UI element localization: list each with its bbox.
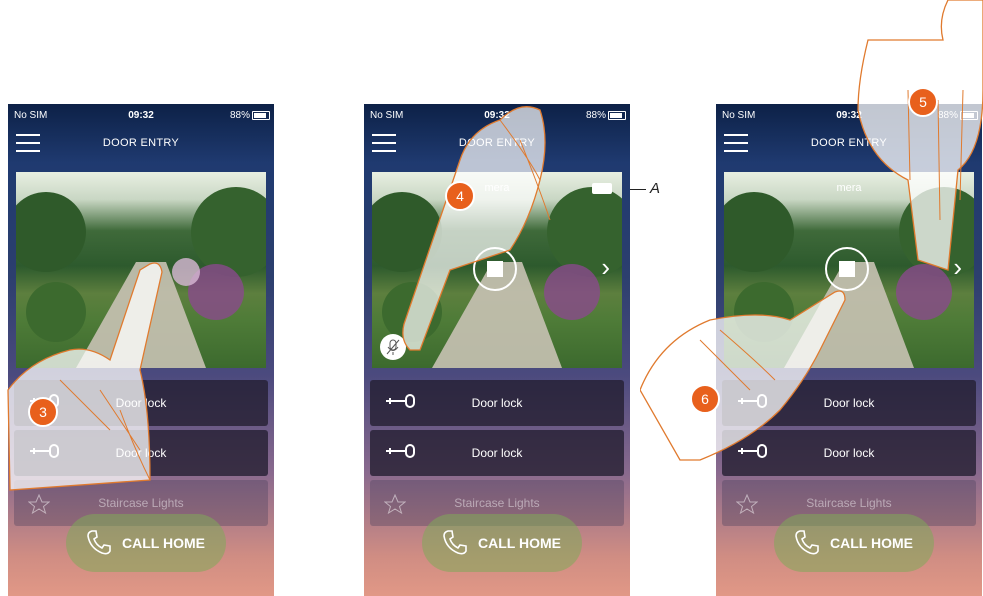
staircase-label: Staircase Lights — [98, 496, 184, 510]
page-title: DOOR ENTRY — [810, 137, 888, 149]
door-lock-row-2[interactable]: Door lock — [14, 430, 268, 476]
battery-icon — [252, 111, 270, 120]
battery-percent: 88% — [229, 110, 250, 121]
battery-percent: 88% — [937, 110, 958, 121]
chevron-right-icon[interactable]: › — [601, 254, 610, 280]
door-lock-label: Door lock — [471, 396, 523, 410]
page-title: DOOR ENTRY — [458, 137, 536, 149]
callout-line — [630, 189, 646, 190]
phone-screen-1: No SIM 09:32 88% DOOR ENTRY Door lock Do… — [8, 104, 274, 596]
stop-button[interactable] — [473, 247, 517, 291]
door-lock-row-2[interactable]: Door lock — [722, 430, 976, 476]
camera-view[interactable]: mera › — [372, 172, 622, 368]
call-home-button[interactable]: CALL HOME — [774, 514, 934, 572]
camera-name-label: mera — [836, 182, 862, 194]
door-lock-label: Door lock — [823, 446, 875, 460]
status-bar: No SIM 09:32 88% — [364, 104, 630, 124]
door-lock-row-1[interactable]: Door lock — [722, 380, 976, 426]
phone-handset-icon — [443, 530, 467, 555]
page-title: DOOR ENTRY — [102, 137, 180, 149]
step-badge-5: 5 — [908, 87, 938, 117]
camera-name-label: mera — [484, 182, 510, 194]
status-bar: No SIM 09:32 88% — [8, 104, 274, 124]
phone-handset-icon — [795, 530, 819, 555]
step-badge-6: 6 — [690, 384, 720, 414]
door-lock-row-2[interactable]: Door lock — [370, 430, 624, 476]
camera-view[interactable] — [16, 172, 266, 368]
stop-button[interactable] — [825, 247, 869, 291]
battery-icon — [608, 111, 626, 120]
chevron-right-icon[interactable]: › — [953, 254, 962, 280]
call-home-label: CALL HOME — [478, 535, 561, 551]
garden-image — [16, 187, 266, 368]
call-home-label: CALL HOME — [830, 535, 913, 551]
status-bar: No SIM 09:32 88% — [716, 104, 982, 124]
call-home-button[interactable]: CALL HOME — [422, 514, 582, 572]
call-home-label: CALL HOME — [122, 535, 205, 551]
step-badge-3: 3 — [28, 397, 58, 427]
mic-off-icon[interactable] — [380, 334, 406, 360]
staircase-label: Staircase Lights — [806, 496, 892, 510]
staircase-label: Staircase Lights — [454, 496, 540, 510]
camera-view[interactable]: mera › — [724, 172, 974, 368]
phone-screen-2: No SIM 09:32 88% DOOR ENTRY mera › Door … — [364, 104, 630, 596]
phone-handset-icon — [87, 530, 111, 555]
call-home-button[interactable]: CALL HOME — [66, 514, 226, 572]
battery-percent: 88% — [585, 110, 606, 121]
battery-icon — [960, 111, 978, 120]
callout-label-a: A — [650, 180, 661, 197]
phone-screen-3: No SIM 09:32 88% DOOR ENTRY mera › Door … — [716, 104, 982, 596]
door-lock-label: Door lock — [471, 446, 523, 460]
camera-battery-icon — [592, 183, 612, 194]
door-lock-row-1[interactable]: Door lock — [370, 380, 624, 426]
door-lock-label: Door lock — [115, 446, 167, 460]
door-lock-label: Door lock — [823, 396, 875, 410]
step-badge-4: 4 — [445, 181, 475, 211]
